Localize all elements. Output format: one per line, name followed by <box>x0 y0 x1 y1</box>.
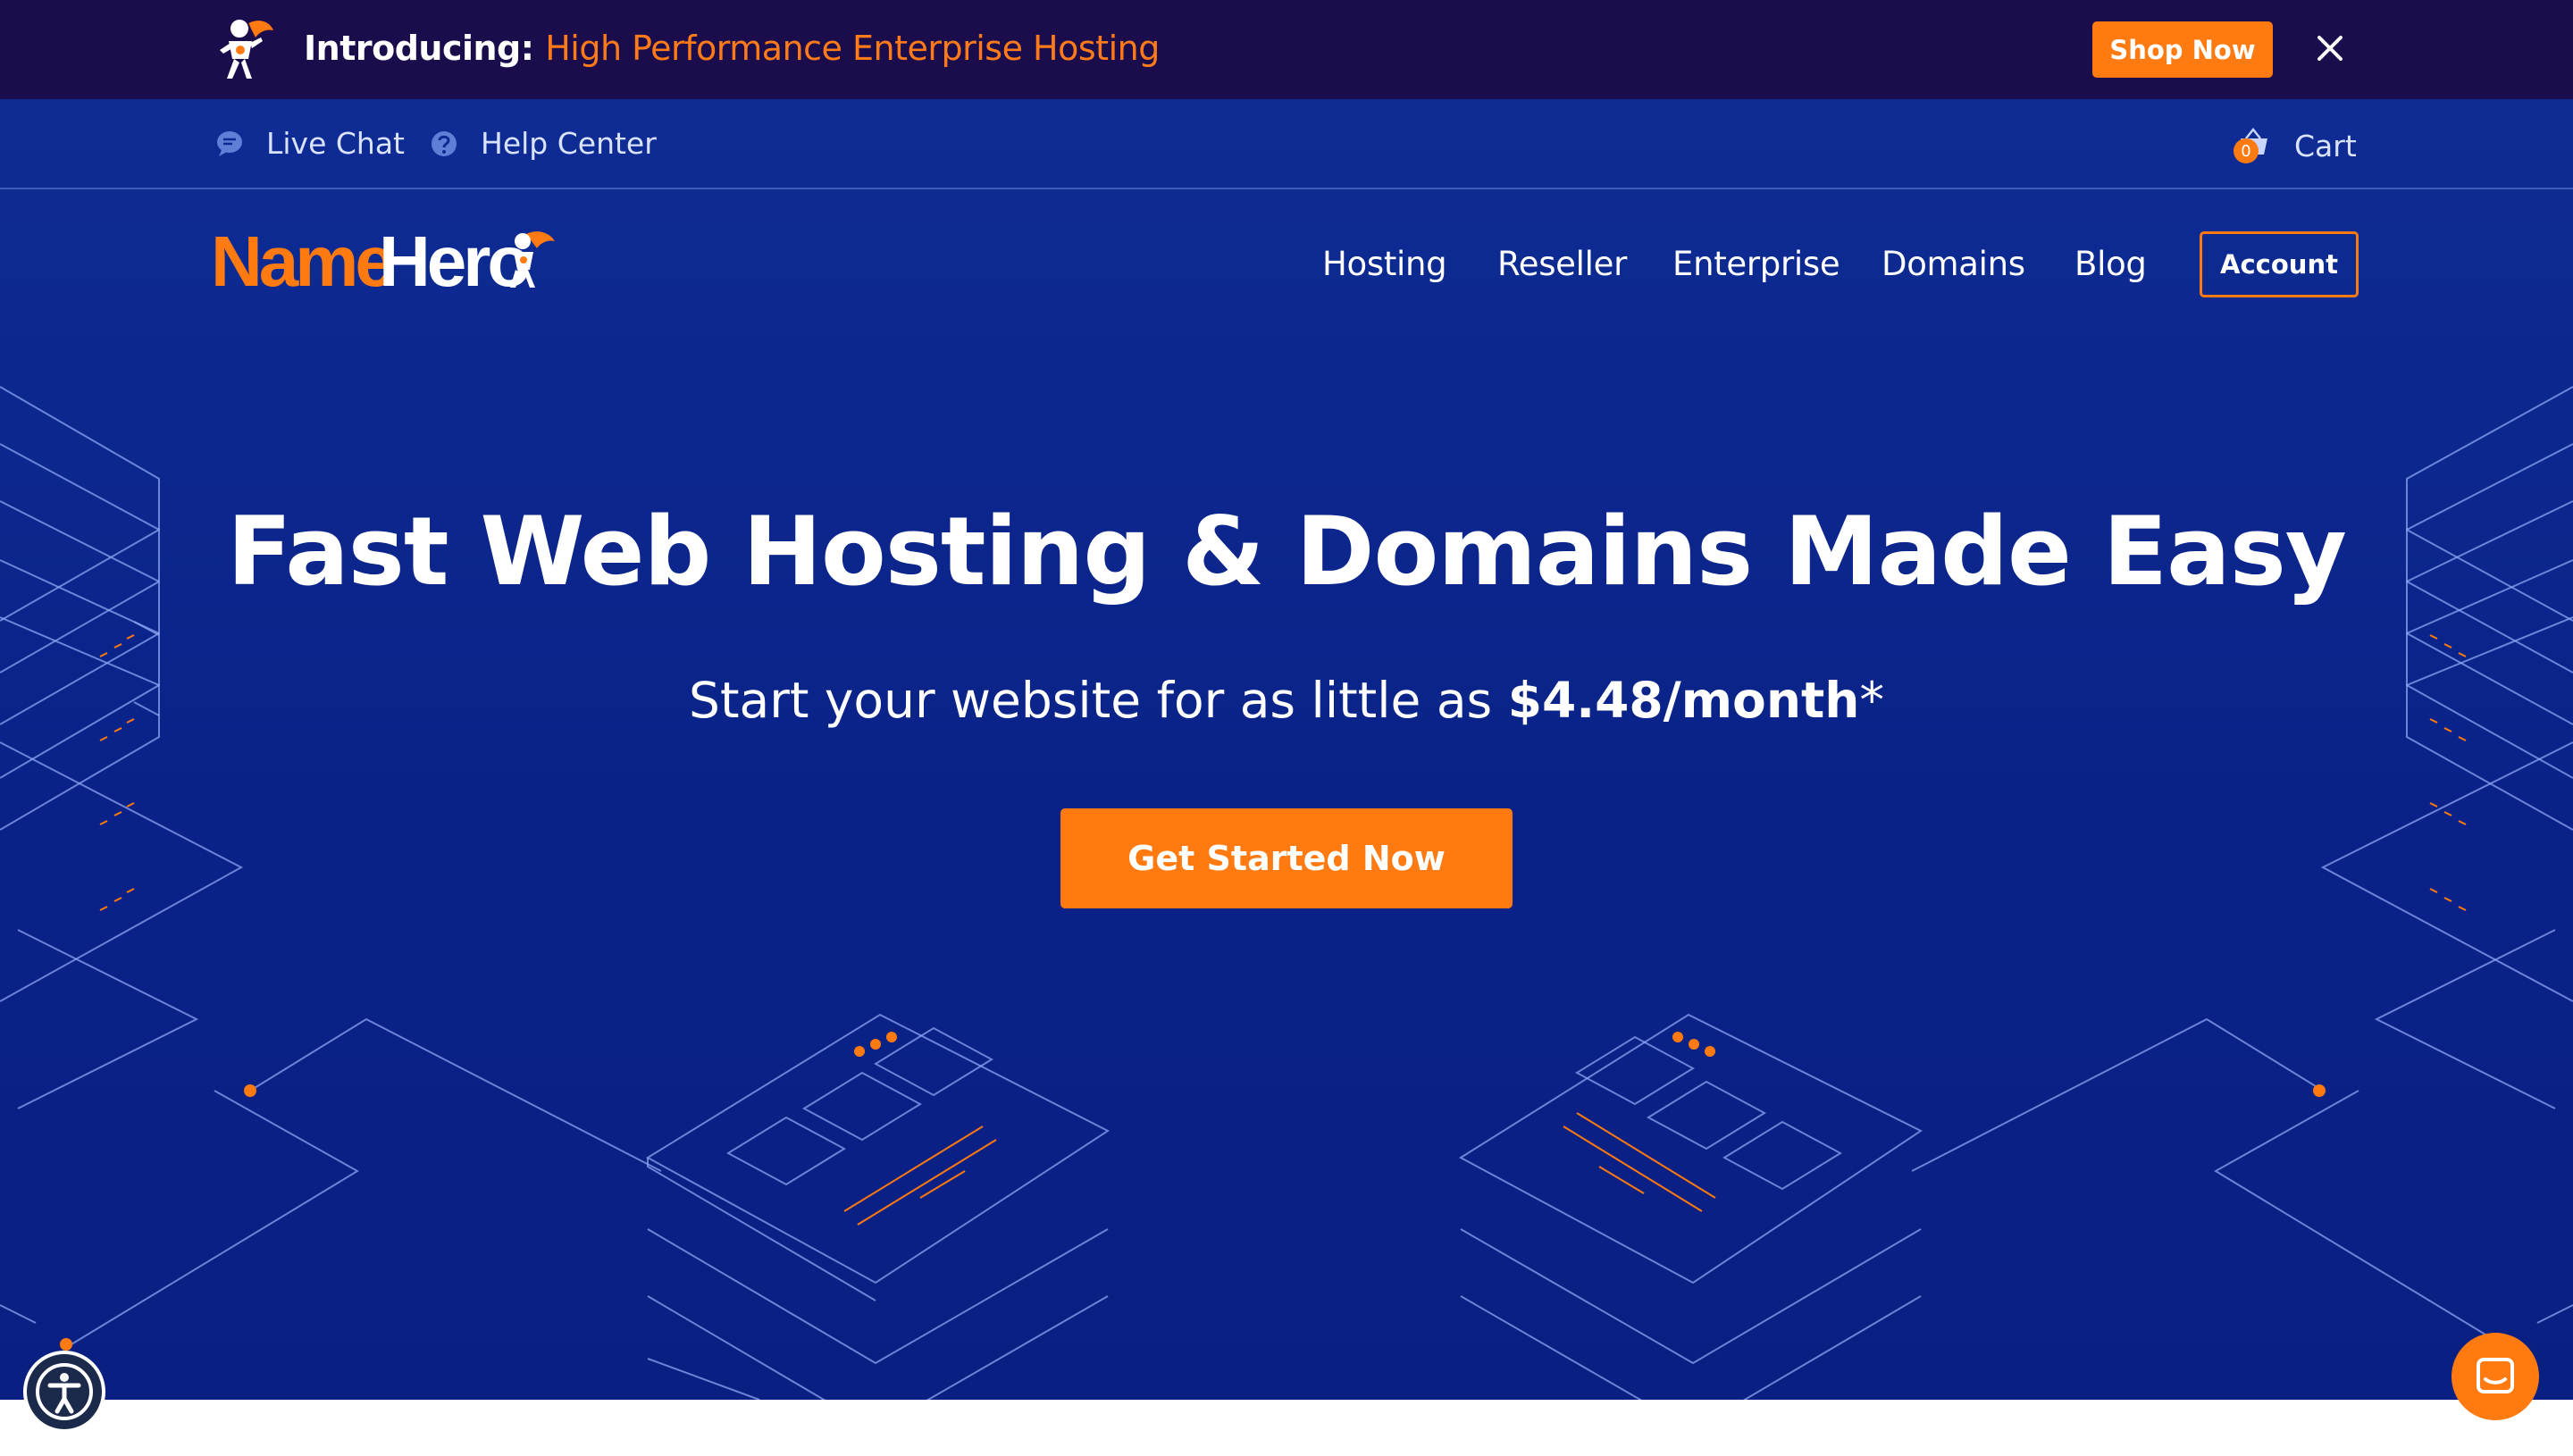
accessibility-icon <box>36 1363 93 1420</box>
announcement-link[interactable]: High Performance Enterprise Hosting <box>545 29 1160 68</box>
starting-price: $4.48/month <box>1507 672 1860 729</box>
account-button[interactable]: Account <box>2200 231 2359 297</box>
logo-mascot-icon <box>510 231 555 288</box>
logo-hero-text: Hero <box>379 222 528 301</box>
subheadline-text: Start your website for as little as <box>689 672 1508 729</box>
help-center-link[interactable]: Help Center <box>429 126 657 161</box>
price-asterisk: * <box>1859 672 1884 729</box>
support-chat-button[interactable] <box>2451 1333 2539 1420</box>
mascot-icon <box>220 18 273 79</box>
nav-blog[interactable]: Blog <box>2074 245 2147 283</box>
chat-icon <box>2477 1358 2514 1393</box>
nav-hosting[interactable]: Hosting <box>1322 245 1447 283</box>
hero-subheadline: Start your website for as little as $4.4… <box>0 672 2573 729</box>
nav-domains[interactable]: Domains <box>1882 245 2025 283</box>
hero-headline: Fast Web Hosting & Domains Made Easy <box>227 497 2347 607</box>
left-panel-stack <box>646 1013 1110 1400</box>
namehero-logo[interactable]: Name Hero <box>211 222 568 302</box>
get-started-button[interactable]: Get Started Now <box>1060 808 1513 908</box>
logo-name-text: Name <box>211 222 392 301</box>
question-circle-icon <box>432 130 457 156</box>
live-chat-link[interactable]: Live Chat <box>214 126 405 161</box>
close-icon[interactable] <box>2312 30 2348 66</box>
live-chat-label: Live Chat <box>266 126 405 161</box>
nav-reseller[interactable]: Reseller <box>1497 245 1627 283</box>
cart-label: Cart <box>2294 128 2357 163</box>
help-center-label: Help Center <box>481 126 657 161</box>
shop-now-button[interactable]: Shop Now <box>2092 21 2273 78</box>
cart-count-badge: 0 <box>2234 138 2259 163</box>
announcement-bar: Introducing: High Performance Enterprise… <box>0 0 2573 99</box>
accessibility-button[interactable] <box>23 1351 105 1433</box>
utility-bar: Live Chat Help Center Cart <box>0 99 2573 189</box>
nav-enterprise[interactable]: Enterprise <box>1672 245 1840 283</box>
right-panel-stack <box>1459 1013 1923 1400</box>
chat-bubble-icon <box>217 130 242 156</box>
announcement-prefix: Introducing: <box>304 29 534 68</box>
announcement-text: Introducing: High Performance Enterprise… <box>304 29 1160 68</box>
